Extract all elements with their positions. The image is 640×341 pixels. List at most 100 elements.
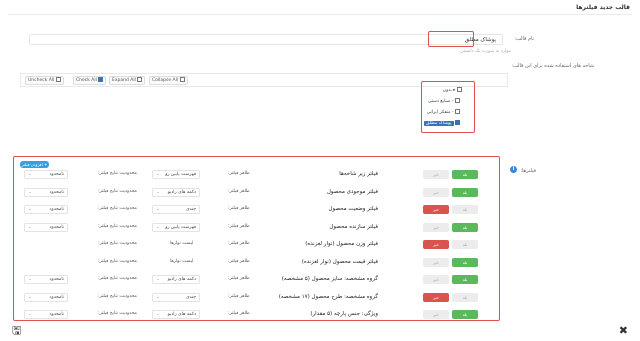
display-type-select[interactable]: فهرست پایین رو ⌄	[152, 170, 200, 179]
limit-select[interactable]: نامحدود ⌄	[24, 222, 68, 232]
tree-item-handicraft[interactable]: - صنایع دستی	[428, 98, 460, 104]
floppy-icon[interactable]: 🖫	[12, 322, 21, 341]
chevron-down-icon: ⌄	[156, 189, 160, 195]
limit-label: محدودیت نتایج فیلتر:	[98, 188, 137, 194]
limit-select[interactable]: نامحدود ⌄	[24, 275, 68, 284]
tree-item-checkbox[interactable]	[455, 109, 460, 114]
chevron-down-icon: ⌄	[156, 312, 160, 317]
filter-enable-toggle[interactable]: بله	[452, 310, 478, 319]
limit-label: محدودیت نتایج فیلتر:	[98, 258, 137, 264]
display-type-select[interactable]: چندی ⌄	[152, 292, 200, 302]
collapse-all-button[interactable]: Collapse All	[149, 76, 188, 85]
filter-row: فیلتر قیمت محصول (نوار لغزنده) بله خیر ظاهر…	[20, 257, 490, 269]
filter-disable-toggle[interactable]: خیر	[423, 292, 449, 302]
expand-all-icon	[137, 77, 143, 82]
folder-icon: ▸	[453, 88, 456, 93]
filter-row: ویژگی: جنس پارچه (۵ مقدار) بله خیر ظاهر فیل…	[20, 309, 490, 321]
tree-item-checkbox[interactable]	[455, 98, 460, 103]
display-type-label: ظاهر فیلتر:	[228, 311, 250, 316]
filter-enable-toggle[interactable]: بله	[452, 257, 478, 267]
filter-disable-toggle[interactable]: خیر	[423, 222, 449, 232]
display-type-select[interactable]: دکمه های رادیو ⌄	[152, 310, 200, 319]
chevron-down-icon: ⌄	[28, 172, 32, 177]
tree-root-label: بدون	[442, 88, 452, 93]
uncheck-all-button[interactable]: Uncheck All	[25, 76, 64, 85]
filter-enable-toggle[interactable]: بله	[452, 170, 478, 179]
close-icon[interactable]: ✖	[619, 324, 628, 337]
uncheck-all-icon	[55, 77, 61, 82]
display-type-label: ظاهر فیلتر:	[228, 258, 250, 264]
tree-item-checkbox[interactable]	[455, 120, 460, 125]
filter-disable-toggle[interactable]: خیر	[423, 170, 449, 179]
tree-root-checkbox[interactable]	[457, 87, 462, 92]
chevron-down-icon: ⌄	[28, 277, 32, 282]
limit-select[interactable]: نامحدود ⌄	[24, 292, 68, 302]
filter-row: گروه مشخصه: سایز محصول (۵ مشخصه) بله خیر ظا…	[20, 274, 490, 286]
display-type-label: ظاهر فیلتر:	[228, 171, 250, 176]
tree-item-clothing[interactable]: پوشاک مطلق	[424, 120, 460, 126]
limit-select[interactable]: نامحدود ⌄	[24, 187, 68, 197]
display-type-value: چندی	[185, 294, 196, 300]
collapse-all-label: Collapse All	[152, 78, 179, 83]
filter-enable-toggle[interactable]: بله	[452, 205, 478, 214]
display-type-value: فهرست پایین رو	[165, 172, 196, 177]
branches-label: شاخه های استفاده شده برای این قالب:	[511, 63, 594, 69]
filter-enable-toggle[interactable]: بله	[452, 240, 478, 249]
display-type-select[interactable]: فهرست پایین رو ⌄	[152, 222, 200, 232]
filter-enable-toggle[interactable]: بله	[452, 222, 478, 232]
name-label: نام قالب:	[514, 36, 534, 42]
filter-disable-toggle[interactable]: خیر	[423, 187, 449, 197]
display-type-label: ظاهر فیلتر:	[228, 276, 250, 281]
check-all-label: Check All	[76, 78, 97, 83]
limit-select[interactable]: نامحدود ⌄	[24, 170, 68, 179]
display-type-value: چندی	[185, 207, 196, 212]
filter-name: فیلتر وزن محصول (نوار لغزنده)	[305, 241, 378, 247]
check-all-button[interactable]: Check All	[73, 76, 107, 85]
limit-select[interactable]: نامحدود ⌄	[24, 310, 68, 319]
display-type-label: ظاهر فیلتر:	[228, 206, 250, 211]
filter-name: گروه مشخصه: سایز محصول (۵ مشخصه)	[281, 276, 378, 282]
display-type-value: دکمه های رادیو	[167, 277, 196, 282]
filter-disable-toggle[interactable]: خیر	[423, 240, 449, 249]
display-type-value: لیست نوارها	[170, 258, 194, 264]
filter-row: فیلتر موجودی محصول بله خیر ظاهر فیلتر: دکمه …	[20, 187, 490, 199]
filter-enable-toggle[interactable]: بله	[452, 292, 478, 302]
display-type-label: ظاهر فیلتر:	[228, 293, 250, 299]
chevron-down-icon: ⌄	[28, 312, 32, 317]
display-type-select[interactable]: دکمه های رادیو ⌄	[152, 275, 200, 284]
chevron-down-icon: ⌄	[28, 207, 32, 212]
limit-label: محدودیت نتایج فیلتر:	[98, 293, 137, 299]
display-type-value: دکمه های رادیو	[167, 189, 196, 195]
filter-enable-toggle[interactable]: بله	[452, 187, 478, 197]
filter-disable-toggle[interactable]: خیر	[423, 275, 449, 284]
limit-value: نامحدود	[49, 277, 64, 282]
filter-row: فیلتر وزن محصول (نوار لغزنده) بله خیر ظاهر …	[20, 239, 490, 251]
limit-label: محدودیت نتایج فیلتر:	[98, 223, 137, 229]
display-type-value: لیست نوارها	[170, 241, 194, 246]
limit-label: محدودیت نتایج فیلتر:	[98, 311, 137, 316]
tree-item-thinker[interactable]: - متفکر ایرانی	[427, 109, 460, 115]
display-type-select[interactable]: دکمه های رادیو ⌄	[152, 187, 200, 197]
filter-disable-toggle[interactable]: خیر	[423, 205, 449, 214]
chevron-down-icon: ⌄	[156, 172, 160, 177]
chevron-down-icon: ⌄	[28, 189, 32, 195]
expand-all-button[interactable]: Expand All	[109, 76, 146, 85]
filter-enable-toggle[interactable]: بله	[452, 275, 478, 284]
name-hint: موارد به صورت یک دانستن	[460, 49, 511, 54]
filter-disable-toggle[interactable]: خیر	[423, 257, 449, 267]
chevron-down-icon: ⌄	[28, 294, 32, 300]
collapse-all-icon	[179, 77, 185, 82]
chevron-down-icon: ⌄	[28, 224, 32, 230]
filters-label: فیلترها:	[520, 168, 536, 174]
limit-label: محدودیت نتایج فیلتر:	[98, 241, 137, 246]
limit-select[interactable]: نامحدود ⌄	[24, 205, 68, 214]
filter-disable-toggle[interactable]: خیر	[423, 310, 449, 319]
display-type-label: ظاهر فیلتر:	[228, 223, 250, 229]
chevron-down-icon: ⌄	[156, 207, 160, 212]
tree-root[interactable]: ▸ بدون	[443, 87, 462, 93]
display-type-select[interactable]: چندی ⌄	[152, 205, 200, 214]
name-highlight	[428, 31, 474, 47]
filter-name: فیلتر زیر شاخه‌ها	[339, 171, 378, 177]
limit-label: محدودیت نتایج فیلتر:	[98, 276, 137, 281]
chevron-down-icon: ⌄	[156, 294, 160, 300]
